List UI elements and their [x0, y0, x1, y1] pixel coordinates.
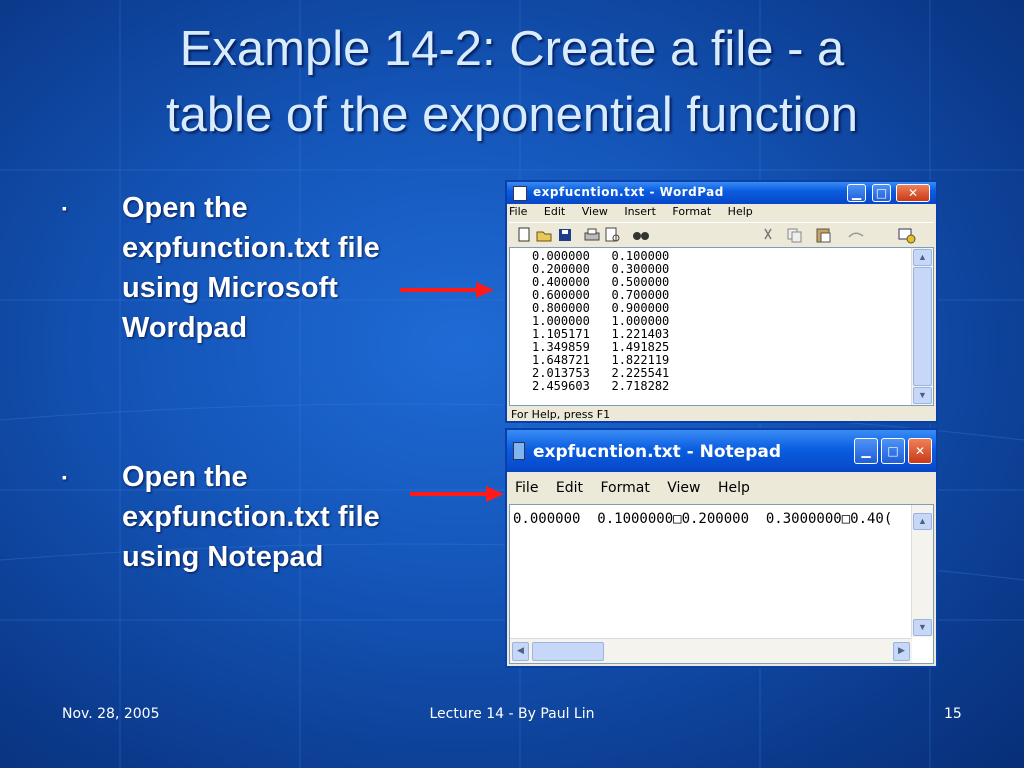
wordpad-statusbar: For Help, press F1	[511, 408, 611, 421]
menu-edit[interactable]: Edit	[544, 205, 565, 218]
bullet-notepad: ▪ Open the expfunction.txt file using No…	[62, 457, 452, 577]
bullet-wordpad: ▪ Open the expfunction.txt file using Mi…	[62, 188, 452, 348]
notepad-title: expfucntion.txt - Notepad	[533, 442, 782, 462]
maximize-button[interactable]: □	[881, 438, 905, 464]
maximize-button[interactable]: □	[872, 184, 891, 202]
slide-title-line-1: Example 14-2: Create a file - a	[179, 22, 845, 76]
wordpad-titlebar[interactable]: expfucntion.txt - WordPad ▁ □ ✕	[507, 182, 936, 204]
wordpad-text-row: 2.459603 2.718282	[532, 379, 670, 393]
menu-help[interactable]: Help	[718, 480, 750, 496]
undo-icon[interactable]	[848, 232, 864, 238]
close-button[interactable]: ✕	[896, 184, 930, 202]
arrow-to-wordpad	[400, 282, 494, 298]
scroll-down-button[interactable]: ▼	[913, 619, 932, 636]
bullet-line: Wordpad	[122, 312, 248, 344]
notepad-document[interactable]: 0.000000 0.1000000□0.200000 0.3000000□0.…	[509, 504, 934, 664]
notepad-window: expfucntion.txt - Notepad ▁ □ ✕ File Edi…	[505, 428, 938, 668]
copy-icon[interactable]	[787, 228, 802, 243]
scroll-thumb[interactable]	[532, 642, 604, 661]
bullet-line: Open the	[122, 461, 248, 493]
save-icon[interactable]	[559, 229, 571, 241]
footer-page-number: 15	[944, 706, 962, 722]
bullet-line: Open the	[122, 192, 248, 224]
bullet-line: expfunction.txt file	[122, 501, 380, 533]
paste-icon[interactable]	[816, 228, 831, 243]
menu-view[interactable]: View	[582, 205, 608, 218]
wordpad-document[interactable]: 0.000000 0.100000 0.200000 0.300000 0.4000…	[509, 247, 934, 406]
slide-title-line-2: table of the exponential function	[166, 88, 858, 142]
bullet-mark: ▪	[62, 200, 67, 216]
menu-format[interactable]: Format	[672, 205, 711, 218]
wordpad-text: 0.000000 0.100000 0.200000 0.300000 0.4000…	[532, 250, 669, 393]
scroll-left-button[interactable]: ◀	[512, 642, 529, 661]
wordpad-window: expfucntion.txt - WordPad ▁ □ ✕ File Edi…	[505, 180, 938, 423]
slide-title: Example 14-2: Create a file - a table of…	[40, 16, 984, 148]
print-icon[interactable]	[584, 228, 600, 241]
scroll-up-button[interactable]: ▲	[913, 513, 932, 530]
scroll-right-button[interactable]: ▶	[893, 642, 910, 661]
date-time-icon[interactable]	[898, 228, 916, 244]
wordpad-title: expfucntion.txt - WordPad	[533, 185, 724, 199]
scroll-down-button[interactable]: ▼	[913, 387, 932, 404]
scroll-up-button[interactable]: ▲	[913, 249, 932, 266]
menu-help[interactable]: Help	[728, 205, 753, 218]
notepad-vertical-scrollbar[interactable]: ▲ ▼	[911, 505, 933, 637]
new-icon[interactable]	[518, 227, 530, 242]
footer-lecture: Lecture 14 - By Paul Lin	[429, 706, 595, 722]
arrow-to-notepad	[410, 486, 504, 502]
notepad-menubar: File Edit Format View Help	[509, 480, 934, 496]
close-button[interactable]: ✕	[908, 438, 932, 464]
wordpad-app-icon	[513, 186, 527, 201]
bullet-line: using Notepad	[122, 541, 324, 573]
print-preview-icon[interactable]	[605, 227, 620, 242]
minimize-button[interactable]: ▁	[854, 438, 878, 464]
notepad-titlebar[interactable]: expfucntion.txt - Notepad ▁ □ ✕	[507, 430, 936, 472]
wordpad-toolbar	[509, 222, 934, 248]
minimize-button[interactable]: ▁	[847, 184, 866, 202]
menu-file[interactable]: File	[515, 480, 538, 496]
notepad-text-line: 0.000000 0.1000000□0.200000 0.3000000□0.…	[513, 511, 893, 527]
menu-view[interactable]: View	[667, 480, 700, 496]
menu-file[interactable]: File	[509, 205, 527, 218]
menu-edit[interactable]: Edit	[556, 480, 583, 496]
menu-format[interactable]: Format	[600, 480, 649, 496]
menu-insert[interactable]: Insert	[624, 205, 656, 218]
bullet-line: expfunction.txt file	[122, 232, 380, 264]
wordpad-menubar: File Edit View Insert Format Help	[509, 205, 934, 218]
bullet-mark: ▪	[62, 469, 67, 485]
notepad-horizontal-scrollbar[interactable]: ◀ ▶	[510, 638, 912, 663]
notepad-app-icon	[513, 442, 525, 460]
cut-icon[interactable]	[764, 228, 772, 240]
open-icon[interactable]	[536, 231, 552, 242]
scroll-thumb[interactable]	[913, 267, 932, 386]
find-icon[interactable]	[633, 232, 649, 240]
wordpad-vertical-scrollbar[interactable]: ▲ ▼	[911, 248, 933, 405]
